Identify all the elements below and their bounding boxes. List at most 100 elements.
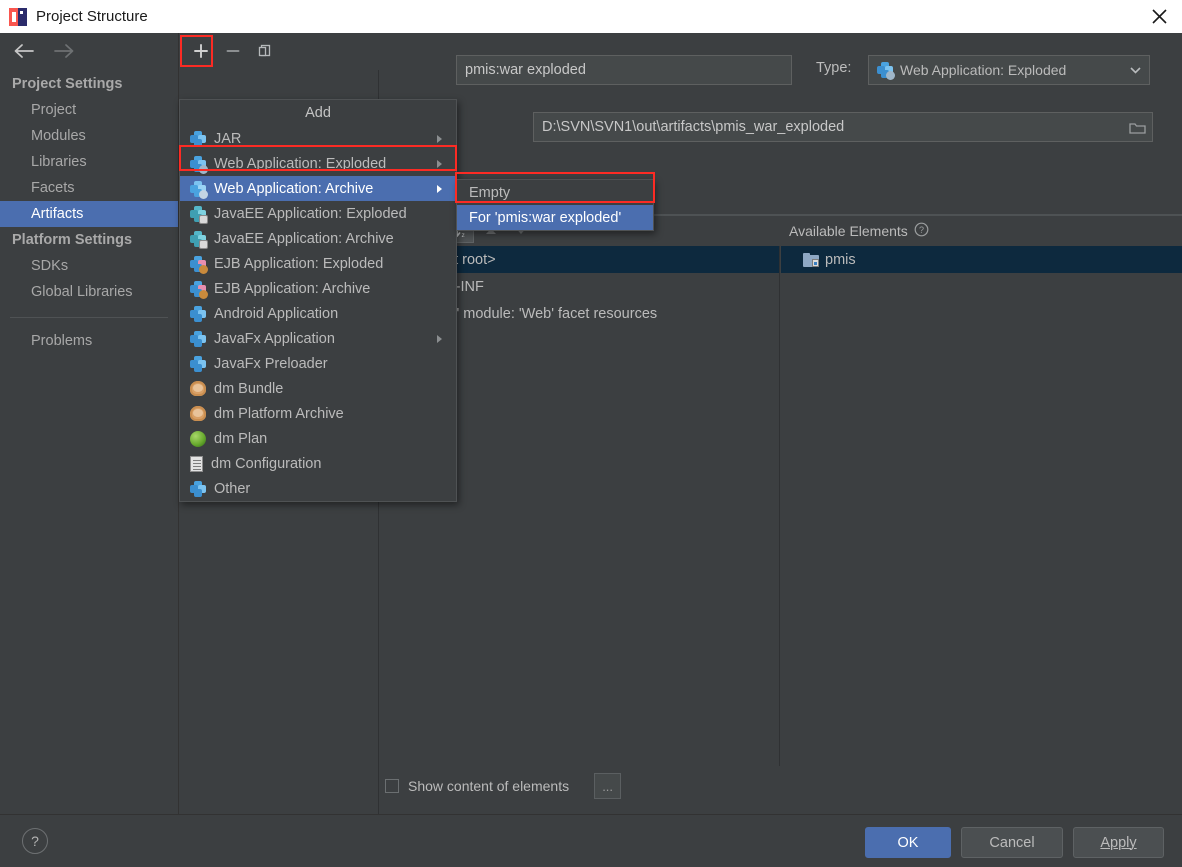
dm-plan-icon <box>190 430 206 447</box>
menu-item-label: JavaEE Application: Archive <box>214 230 394 247</box>
artifact-ejb-archive-icon <box>190 280 208 299</box>
submenu-item-for-pmis-war-exploded[interactable]: For 'pmis:war exploded' <box>457 205 653 230</box>
sidebar-item-facets[interactable]: Facets <box>0 175 178 201</box>
artifact-web-exploded-icon <box>190 155 208 174</box>
menu-item-dm-bundle[interactable]: dm Bundle <box>180 376 456 401</box>
artifact-javaee-exploded-icon <box>190 205 208 224</box>
window-titlebar: Project Structure <box>0 0 1182 33</box>
submenu-item-label: For 'pmis:war exploded' <box>469 209 622 226</box>
menu-item-android-application[interactable]: Android Application <box>180 301 456 326</box>
menu-item-web-application-exploded[interactable]: Web Application: Exploded <box>180 151 456 176</box>
ok-button[interactable]: OK <box>865 827 951 858</box>
output-directory-row: irectory: D:\SVN\SVN1\out\artifacts\pmis… <box>380 112 1182 142</box>
chevron-right-icon <box>436 176 444 201</box>
artifact-ejb-exploded-icon <box>190 255 208 274</box>
menu-item-ejb-application-archive[interactable]: EJB Application: Archive <box>180 276 456 301</box>
help-circle-icon[interactable]: ? <box>22 828 48 854</box>
show-content-label: Show content of elements <box>408 778 570 794</box>
sidebar-item-global-libraries[interactable]: Global Libraries <box>0 279 178 305</box>
dm-configuration-icon <box>190 455 203 472</box>
sidebar-item-sdks[interactable]: SDKs <box>0 253 178 279</box>
project-structure-dialog: Project Settings Project Modules Librari… <box>0 33 1182 867</box>
window-title: Project Structure <box>36 8 148 25</box>
menu-item-label: dm Bundle <box>214 380 284 397</box>
menu-item-label: JavaFx Application <box>214 330 335 347</box>
tree-row[interactable]: pmis <box>781 246 1182 273</box>
settings-sidebar: Project Settings Project Modules Librari… <box>0 33 179 814</box>
menu-item-javaee-application-exploded[interactable]: JavaEE Application: Exploded <box>180 201 456 226</box>
intellij-idea-icon <box>9 7 27 26</box>
add-menu-title: Add <box>180 100 456 126</box>
submenu-item-empty[interactable]: Empty <box>457 180 653 205</box>
menu-item-other[interactable]: Other <box>180 476 456 501</box>
add-artifact-submenu: Empty For 'pmis:war exploded' <box>456 179 654 231</box>
artifact-name-input[interactable]: pmis:war exploded <box>456 55 792 85</box>
output-directory-value: D:\SVN\SVN1\out\artifacts\pmis_war_explo… <box>542 119 845 135</box>
close-icon[interactable] <box>1136 0 1182 33</box>
menu-item-label: Web Application: Archive <box>214 180 374 197</box>
menu-item-label: dm Platform Archive <box>214 405 344 422</box>
menu-item-dm-plan[interactable]: dm Plan <box>180 426 456 451</box>
help-circle-icon[interactable]: ? <box>914 222 929 240</box>
menu-item-javafx-preloader[interactable]: JavaFx Preloader <box>180 351 456 376</box>
svg-text:?: ? <box>919 225 924 235</box>
tree-item-label: is' module: 'Web' facet resources <box>446 305 658 322</box>
arrow-left-icon[interactable] <box>12 39 36 63</box>
menu-item-label: JAR <box>214 130 242 147</box>
menu-item-label: Android Application <box>214 305 339 322</box>
more-options-button[interactable]: ... <box>594 773 622 799</box>
sidebar-item-problems[interactable]: Problems <box>0 328 178 354</box>
menu-item-javaee-application-archive[interactable]: JavaEE Application: Archive <box>180 226 456 251</box>
add-artifact-menu: Add JAR Web Application: Exploded Web Ap… <box>179 99 457 502</box>
artifact-web-exploded-icon <box>877 62 895 80</box>
chevron-right-icon <box>436 151 444 176</box>
sidebar-item-artifacts[interactable]: Artifacts <box>0 201 178 227</box>
menu-item-label: Other <box>214 480 251 497</box>
chevron-right-icon <box>436 126 444 151</box>
sidebar-item-project[interactable]: Project <box>0 97 178 123</box>
menu-item-ejb-application-exploded[interactable]: EJB Application: Exploded <box>180 251 456 276</box>
artifacts-toolbar <box>180 33 380 69</box>
menu-item-label: EJB Application: Exploded <box>214 255 384 272</box>
artifact-type-select[interactable]: Web Application: Exploded <box>868 55 1150 85</box>
menu-item-javafx-application[interactable]: JavaFx Application <box>180 326 456 351</box>
sidebar-group-platform-settings: Platform Settings <box>12 232 133 248</box>
menu-item-jar[interactable]: JAR <box>180 126 456 151</box>
apply-button[interactable]: Apply <box>1073 827 1164 858</box>
artifact-javafx-icon <box>190 330 206 347</box>
show-content-of-elements-row: Show content of elements ... <box>385 771 622 801</box>
module-folder-icon <box>803 252 819 267</box>
menu-item-label: dm Plan <box>214 430 268 447</box>
tree-item-label: pmis <box>825 251 856 268</box>
dm-bundle-icon <box>190 381 206 396</box>
menu-item-label: JavaFx Preloader <box>214 355 328 372</box>
sidebar-divider <box>10 317 168 318</box>
available-elements-tree[interactable]: pmis <box>781 246 1182 766</box>
arrow-right-icon[interactable] <box>52 39 76 63</box>
sidebar-list: Project Settings Project Modules Librari… <box>0 69 178 354</box>
folder-open-icon[interactable] <box>1124 114 1151 141</box>
artifact-web-archive-icon <box>190 180 208 199</box>
dm-platform-archive-icon <box>190 406 206 421</box>
sidebar-item-modules[interactable]: Modules <box>0 123 178 149</box>
plus-icon[interactable] <box>188 38 214 64</box>
svg-text:z: z <box>462 232 465 239</box>
minus-icon[interactable] <box>220 38 246 64</box>
sidebar-item-libraries[interactable]: Libraries <box>0 149 178 175</box>
sidebar-group-project-settings: Project Settings <box>12 76 123 92</box>
cancel-button[interactable]: Cancel <box>961 827 1063 858</box>
menu-item-label: Web Application: Exploded <box>214 155 387 172</box>
artifact-javafx-preloader-icon <box>190 355 206 372</box>
menu-item-web-application-archive[interactable]: Web Application: Archive <box>180 176 456 201</box>
show-content-checkbox[interactable] <box>385 779 399 793</box>
copy-icon[interactable] <box>252 38 278 64</box>
artifact-javaee-archive-icon <box>190 230 208 249</box>
menu-item-dm-platform-archive[interactable]: dm Platform Archive <box>180 401 456 426</box>
chevron-down-icon[interactable] <box>1121 56 1149 84</box>
output-directory-input[interactable]: D:\SVN\SVN1\out\artifacts\pmis_war_explo… <box>533 112 1153 142</box>
dialog-footer: ? OK Cancel Apply <box>0 814 1182 867</box>
menu-item-dm-configuration[interactable]: dm Configuration <box>180 451 456 476</box>
chevron-right-icon <box>436 326 444 351</box>
artifact-name-row: pmis:war exploded Type: Web Application:… <box>380 55 1182 85</box>
submenu-item-label: Empty <box>469 184 511 201</box>
